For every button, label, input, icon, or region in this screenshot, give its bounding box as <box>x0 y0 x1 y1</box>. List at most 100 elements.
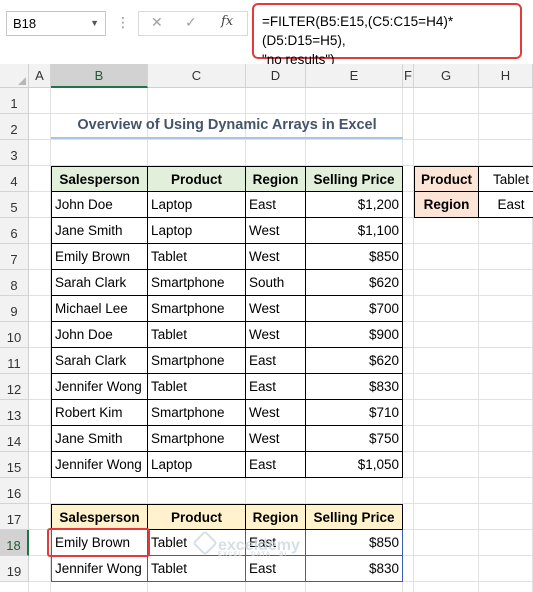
result-header-region[interactable]: Region <box>246 504 306 530</box>
formula-buttons: ✕ ✓ fx <box>138 11 248 36</box>
main-row-3-region[interactable]: West <box>246 244 306 270</box>
main-row-3-salesperson[interactable]: Emily Brown <box>51 244 148 270</box>
row-header-5[interactable]: 5 <box>0 192 29 218</box>
main-row-4-product[interactable]: Smartphone <box>148 270 246 296</box>
column-header-f[interactable]: F <box>403 64 414 88</box>
main-row-7-price[interactable]: $620 <box>306 348 403 374</box>
main-row-4-region[interactable]: South <box>246 270 306 296</box>
main-row-10-product[interactable]: Smartphone <box>148 426 246 452</box>
main-header-salesperson[interactable]: Salesperson <box>51 166 148 192</box>
column-header-b[interactable]: B <box>51 64 148 88</box>
main-row-5-salesperson[interactable]: Michael Lee <box>51 296 148 322</box>
cancel-icon[interactable]: ✕ <box>151 14 163 31</box>
main-row-9-region[interactable]: West <box>246 400 306 426</box>
row-header-13[interactable]: 13 <box>0 400 29 426</box>
row-header-12[interactable]: 12 <box>0 374 29 400</box>
main-row-7-region[interactable]: East <box>246 348 306 374</box>
row-header-1[interactable]: 1 <box>0 88 29 114</box>
result-header-product[interactable]: Product <box>148 504 246 530</box>
main-row-11-price[interactable]: $1,050 <box>306 452 403 478</box>
main-row-11-product[interactable]: Laptop <box>148 452 246 478</box>
main-row-5-price[interactable]: $700 <box>306 296 403 322</box>
main-row-6-region[interactable]: West <box>246 322 306 348</box>
row-header-3[interactable]: 3 <box>0 140 29 166</box>
row-header-10[interactable]: 10 <box>0 322 29 348</box>
main-row-5-region[interactable]: West <box>246 296 306 322</box>
main-row-2-price[interactable]: $1,100 <box>306 218 403 244</box>
column-header-c[interactable]: C <box>148 64 246 88</box>
main-row-9-price[interactable]: $710 <box>306 400 403 426</box>
gridline-vertical <box>478 88 479 592</box>
row-header-9[interactable]: 9 <box>0 296 29 322</box>
main-row-2-region[interactable]: West <box>246 218 306 244</box>
main-header-price[interactable]: Selling Price <box>306 166 403 192</box>
enter-icon[interactable]: ✓ <box>185 14 197 31</box>
row-header-7[interactable]: 7 <box>0 244 29 270</box>
more-options-icon[interactable]: ⋮ <box>116 14 130 31</box>
main-row-9-product[interactable]: Smartphone <box>148 400 246 426</box>
insert-function-icon[interactable]: fx <box>221 14 233 29</box>
main-row-2-product[interactable]: Laptop <box>148 218 246 244</box>
main-row-10-region[interactable]: West <box>246 426 306 452</box>
main-row-10-salesperson[interactable]: Jane Smith <box>51 426 148 452</box>
main-row-3-product[interactable]: Tablet <box>148 244 246 270</box>
row-header-15[interactable]: 15 <box>0 452 29 478</box>
main-row-6-salesperson[interactable]: John Doe <box>51 322 148 348</box>
main-row-8-region[interactable]: East <box>246 374 306 400</box>
row-header-17[interactable]: 17 <box>0 504 29 530</box>
result-header-salesperson[interactable]: Salesperson <box>51 504 148 530</box>
main-row-1-price[interactable]: $1,200 <box>306 192 403 218</box>
main-row-2-salesperson[interactable]: Jane Smith <box>51 218 148 244</box>
main-row-4-price[interactable]: $620 <box>306 270 403 296</box>
result-row-1-salesperson[interactable]: Emily Brown <box>51 530 148 556</box>
row-header-14[interactable]: 14 <box>0 426 29 452</box>
main-row-1-product[interactable]: Laptop <box>148 192 246 218</box>
row-header-11[interactable]: 11 <box>0 348 29 374</box>
gridline-horizontal <box>29 139 533 140</box>
main-row-10-price[interactable]: $750 <box>306 426 403 452</box>
row-header-8[interactable]: 8 <box>0 270 29 296</box>
worksheet-grid[interactable]: A B C D E F G H 1 2 3 4 5 6 7 8 9 10 11 12 13 14 15 16 17 18 19 Ove… <box>0 64 533 592</box>
result-row-2-product[interactable]: Tablet <box>148 556 246 582</box>
main-row-6-product[interactable]: Tablet <box>148 322 246 348</box>
result-row-1-price[interactable]: $850 <box>306 530 403 556</box>
row-header-6[interactable]: 6 <box>0 218 29 244</box>
column-header-d[interactable]: D <box>246 64 306 88</box>
formula-input[interactable]: =FILTER(B5:E15,(C5:C15=H4)*(D5:D15=H5), … <box>252 3 522 67</box>
row-header-19[interactable]: 19 <box>0 556 29 582</box>
main-row-11-salesperson[interactable]: Jennifer Wong <box>51 452 148 478</box>
main-row-8-product[interactable]: Tablet <box>148 374 246 400</box>
criteria-product-value[interactable]: Tablet <box>479 166 533 192</box>
main-row-7-product[interactable]: Smartphone <box>148 348 246 374</box>
main-row-11-region[interactable]: East <box>246 452 306 478</box>
main-row-8-salesperson[interactable]: Jennifer Wong <box>51 374 148 400</box>
main-row-5-product[interactable]: Smartphone <box>148 296 246 322</box>
row-header-2[interactable]: 2 <box>0 114 29 140</box>
main-row-9-salesperson[interactable]: Robert Kim <box>51 400 148 426</box>
row-header-16[interactable]: 16 <box>0 478 29 504</box>
criteria-region-value[interactable]: East <box>479 192 533 218</box>
column-header-h[interactable]: H <box>479 64 533 88</box>
main-row-4-salesperson[interactable]: Sarah Clark <box>51 270 148 296</box>
exceldemy-watermark: exceldemy EXCEL · DATA · BI <box>192 530 300 558</box>
main-row-6-price[interactable]: $900 <box>306 322 403 348</box>
name-box[interactable]: B18 ▼ <box>6 11 106 36</box>
row-header-4[interactable]: 4 <box>0 166 29 192</box>
main-row-3-price[interactable]: $850 <box>306 244 403 270</box>
main-row-1-region[interactable]: East <box>246 192 306 218</box>
result-row-2-salesperson[interactable]: Jennifer Wong <box>51 556 148 582</box>
main-header-product[interactable]: Product <box>148 166 246 192</box>
column-header-g[interactable]: G <box>414 64 479 88</box>
main-row-7-salesperson[interactable]: Sarah Clark <box>51 348 148 374</box>
result-row-2-region[interactable]: East <box>246 556 306 582</box>
select-all-corner[interactable] <box>0 64 29 88</box>
result-row-2-price[interactable]: $830 <box>306 556 403 582</box>
column-header-e[interactable]: E <box>306 64 403 88</box>
main-header-region[interactable]: Region <box>246 166 306 192</box>
row-header-18[interactable]: 18 <box>0 530 29 556</box>
chevron-down-icon[interactable]: ▼ <box>90 12 99 35</box>
main-row-1-salesperson[interactable]: John Doe <box>51 192 148 218</box>
column-header-a[interactable]: A <box>29 64 51 88</box>
main-row-8-price[interactable]: $830 <box>306 374 403 400</box>
result-header-price[interactable]: Selling Price <box>306 504 403 530</box>
